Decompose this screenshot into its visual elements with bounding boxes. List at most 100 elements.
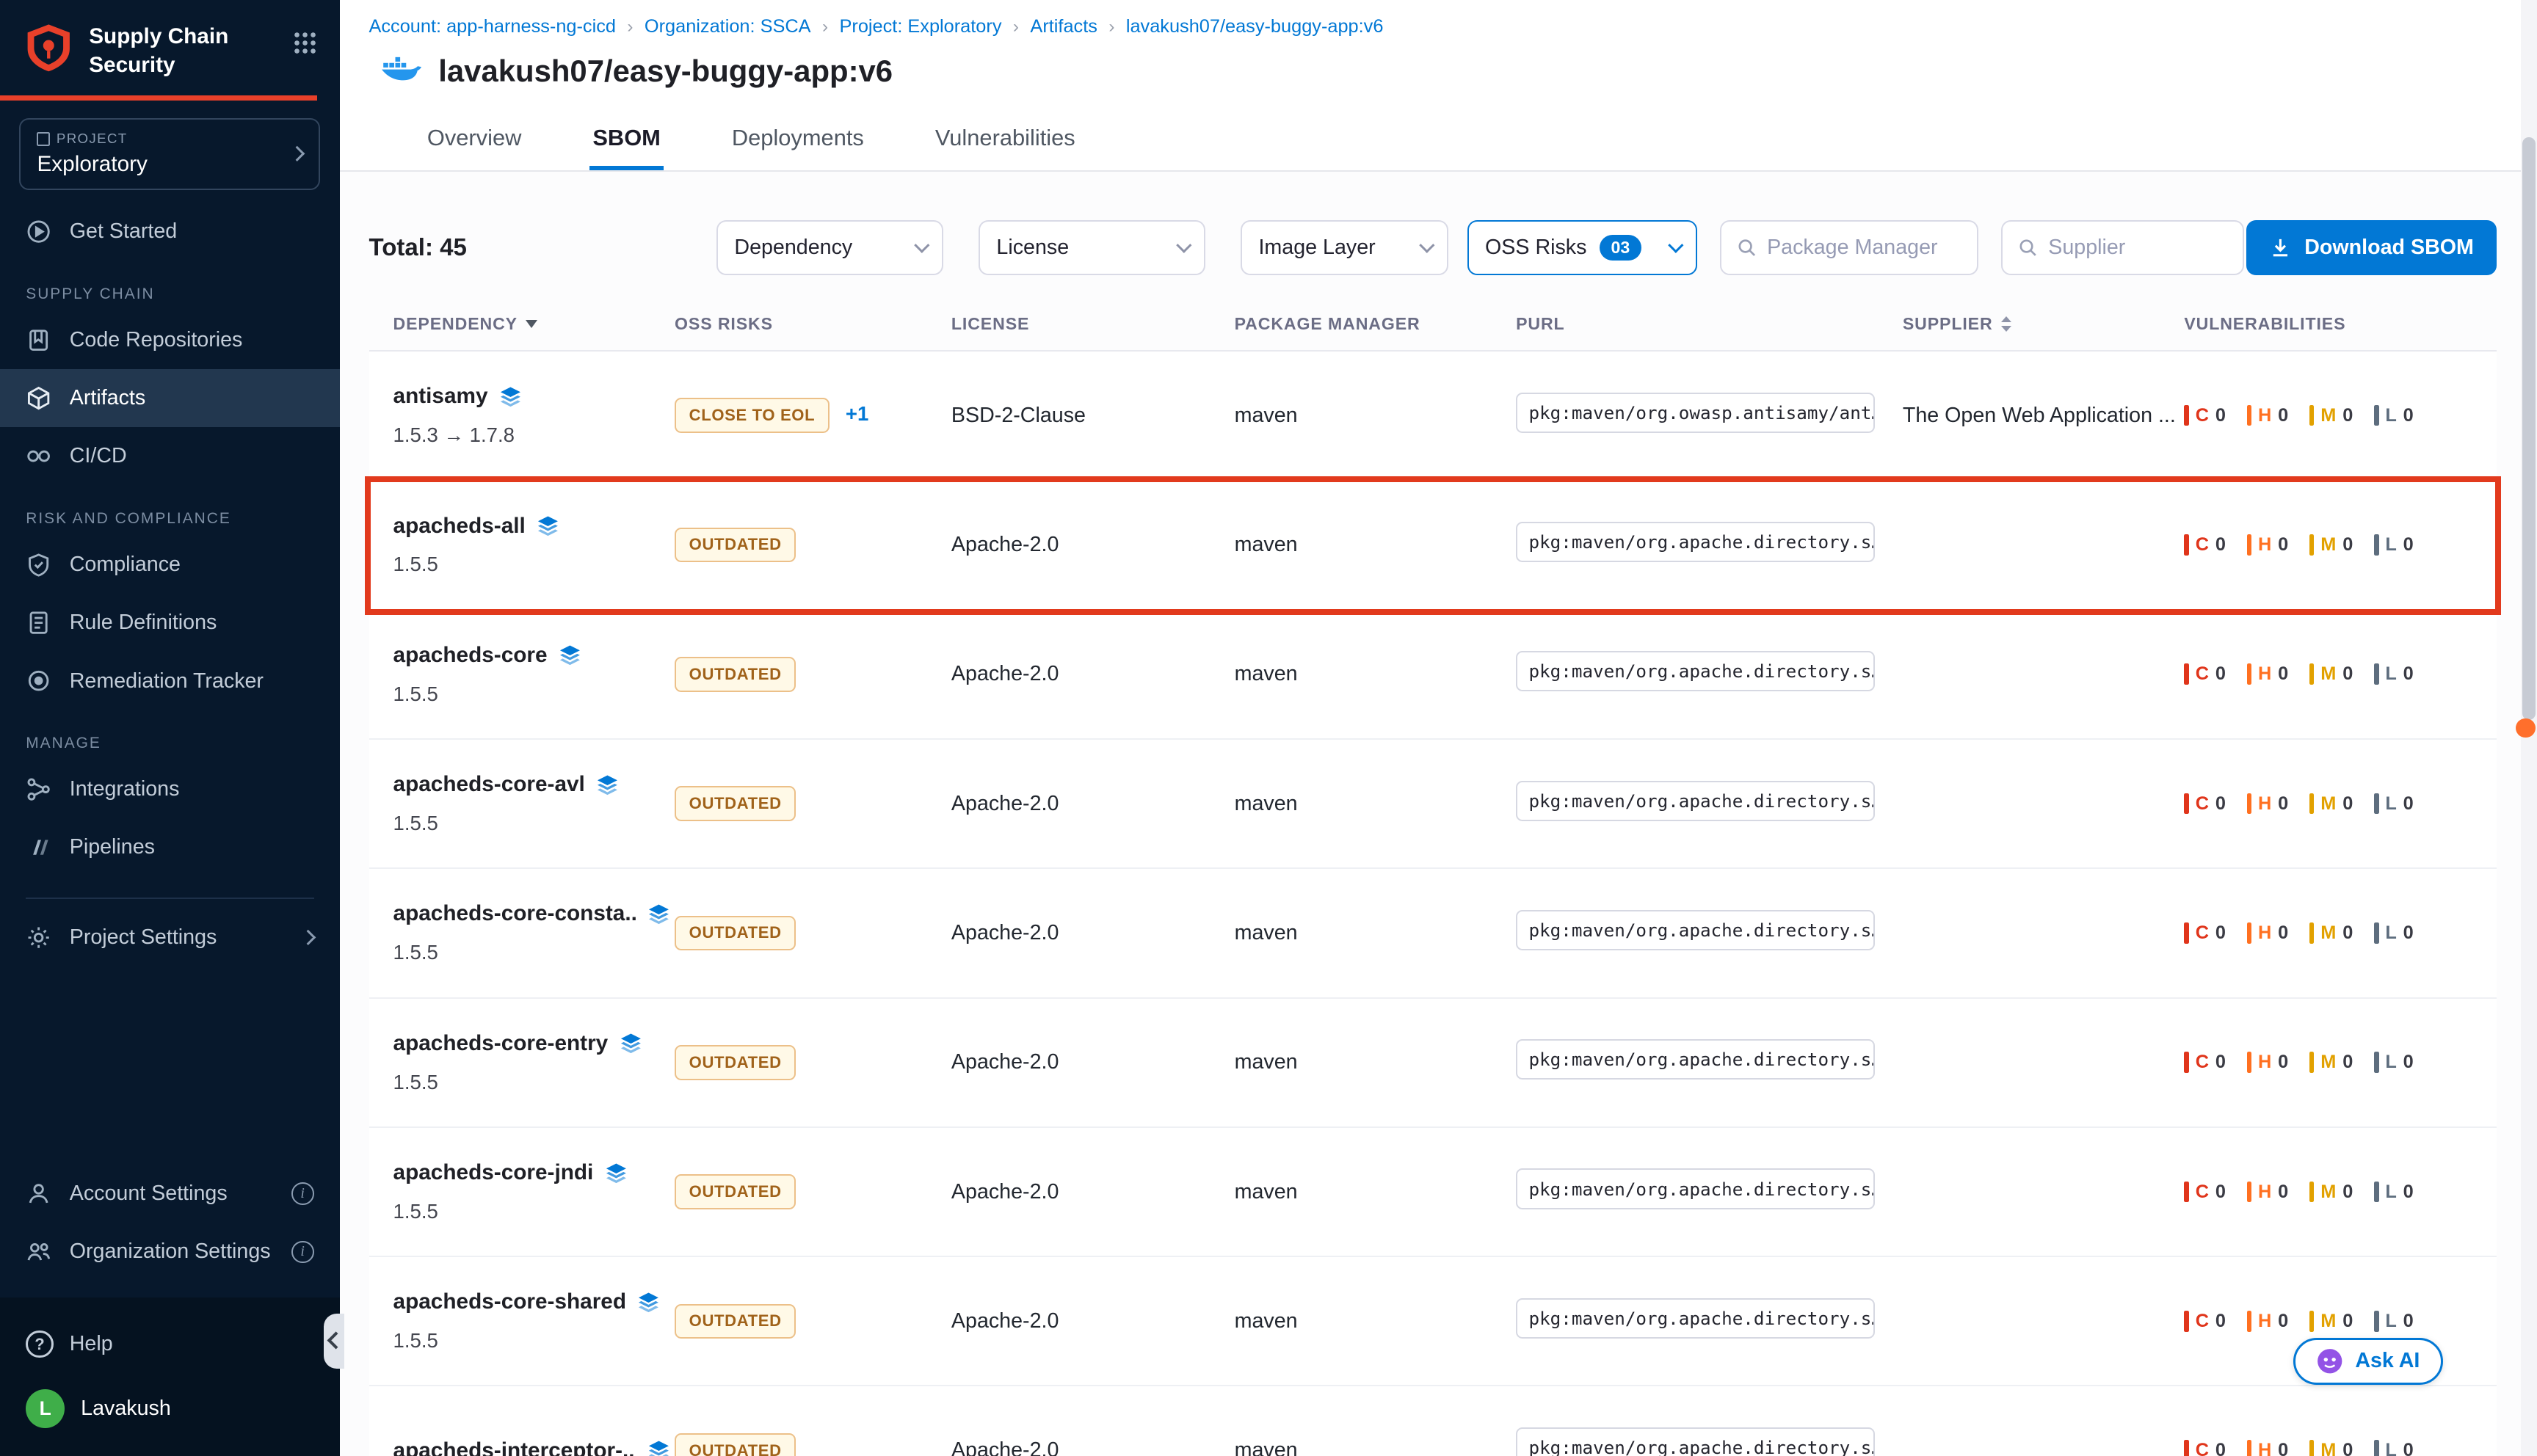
sidebar-item-organization-settings[interactable]: Organization Settings — [0, 1223, 340, 1281]
layers-icon — [637, 1291, 660, 1314]
sidebar-item-label: Pipelines — [70, 835, 155, 859]
purl-value[interactable]: pkg:maven/org.apache.directory.s… — [1516, 651, 1875, 691]
user-name: Lavakush — [81, 1397, 171, 1421]
tab-vulnerabilities[interactable]: Vulnerabilities — [932, 112, 1078, 170]
license-filter-select[interactable]: License — [979, 220, 1205, 275]
breadcrumb-current[interactable]: lavakush07/easy-buggy-app:v6 — [1126, 16, 1384, 37]
tab-deployments[interactable]: Deployments — [728, 112, 867, 170]
purl-value[interactable]: pkg:maven/org.apache.directory.s… — [1516, 1298, 1875, 1339]
sidebar-collapse-handle[interactable] — [324, 1314, 345, 1369]
table-row: apacheds-core 1.5.5 OUTDATED Apache-2.0 … — [369, 611, 2497, 740]
sidebar-item-label: Project Settings — [70, 925, 217, 950]
dependency-cell: apacheds-core-avl 1.5.5 — [393, 772, 675, 835]
cube-icon — [26, 385, 51, 411]
project-selector[interactable]: PROJECT Exploratory — [19, 118, 320, 189]
medium-count: M0 — [2309, 534, 2353, 556]
sidebar-item-account-settings[interactable]: Account Settings — [0, 1165, 340, 1223]
user-menu[interactable]: L Lavakush — [26, 1385, 313, 1433]
sidebar-item-cicd[interactable]: CI/CD — [0, 427, 340, 485]
dependency-cell: apacheds-core-shared 1.5.5 — [393, 1289, 675, 1353]
dependency-cell: apacheds-all 1.5.5 — [393, 514, 675, 577]
purl-value[interactable]: pkg:maven/org.apache.directory.s… — [1516, 1039, 1875, 1080]
nav-section-risk-compliance: RISK AND COMPLIANCE — [0, 486, 340, 536]
oss-risks-cell: CLOSE TO EOL+1 — [675, 398, 951, 433]
col-dependency[interactable]: DEPENDENCY — [393, 314, 675, 334]
dependency-version: 1.5.5 — [393, 812, 675, 835]
pipelines-icon — [26, 834, 51, 860]
medium-bar-icon — [2309, 405, 2315, 426]
dependency-filter-select[interactable]: Dependency — [716, 220, 943, 275]
tab-overview[interactable]: Overview — [424, 112, 524, 170]
purl-value[interactable]: pkg:maven/org.apache.directory.s… — [1516, 1427, 1875, 1455]
dependency-version: 1.5.5 — [393, 1071, 675, 1094]
critical-count: C0 — [2184, 405, 2226, 426]
help-button[interactable]: Help — [26, 1320, 313, 1369]
medium-count: M0 — [2309, 405, 2353, 426]
module-switcher-grid-icon[interactable] — [293, 31, 317, 62]
critical-bar-icon — [2184, 1052, 2189, 1073]
license-cell: Apache-2.0 — [951, 1180, 1235, 1204]
sidebar-item-integrations[interactable]: Integrations — [0, 760, 340, 818]
purl-value[interactable]: pkg:maven/org.owasp.antisamy/ant… — [1516, 393, 1875, 433]
info-icon — [291, 1182, 314, 1205]
purl-value[interactable]: pkg:maven/org.apache.directory.s… — [1516, 522, 1875, 562]
sidebar-item-pipelines[interactable]: Pipelines — [0, 818, 340, 876]
notification-dot[interactable] — [2516, 718, 2535, 738]
sidebar-item-remediation-tracker[interactable]: Remediation Tracker — [0, 652, 340, 710]
risk-more-link[interactable]: +1 — [846, 402, 868, 425]
sidebar-item-label: Rule Definitions — [70, 611, 217, 635]
low-count: L0 — [2374, 405, 2414, 426]
purl-value[interactable]: pkg:maven/org.apache.directory.s… — [1516, 781, 1875, 821]
sidebar: Supply Chain Security PROJECT Explorator… — [0, 0, 340, 1456]
project-icon — [37, 132, 50, 147]
info-icon — [291, 1241, 314, 1264]
tab-sbom[interactable]: SBOM — [589, 112, 664, 170]
critical-bar-icon — [2184, 534, 2189, 556]
breadcrumb-project[interactable]: Project: Exploratory — [839, 16, 1001, 37]
purl-value[interactable]: pkg:maven/org.apache.directory.s… — [1516, 910, 1875, 950]
breadcrumb-account[interactable]: Account: app-harness-ng-cicd — [369, 16, 616, 37]
col-supplier[interactable]: SUPPLIER — [1903, 314, 2184, 334]
page-scrollbar-thumb[interactable] — [2522, 137, 2536, 719]
oss-risks-filter-select[interactable]: OSS Risks 03 — [1467, 220, 1697, 275]
infinity-icon — [26, 443, 51, 469]
chevron-down-icon — [1419, 238, 1435, 254]
search-icon — [2019, 237, 2037, 258]
breadcrumb-artifacts[interactable]: Artifacts — [1030, 16, 1097, 37]
ask-ai-label: Ask AI — [2355, 1349, 2420, 1373]
col-oss-risks: OSS RISKS — [675, 314, 951, 334]
table-row: apacheds-core-avl 1.5.5 OUTDATED Apache-… — [369, 740, 2497, 869]
high-count: H0 — [2247, 1440, 2289, 1455]
ask-ai-button[interactable]: Ask AI — [2293, 1338, 2443, 1385]
medium-bar-icon — [2309, 1052, 2315, 1073]
layers-icon — [605, 1162, 628, 1184]
sidebar-item-code-repositories[interactable]: Code Repositories — [0, 311, 340, 369]
title-row: lavakush07/easy-buggy-app:v6 — [340, 37, 2537, 91]
purl-cell: pkg:maven/org.apache.directory.s… — [1516, 522, 1903, 568]
supplier-search-input[interactable] — [2048, 236, 2226, 260]
chevron-down-icon — [914, 238, 930, 254]
low-bar-icon — [2374, 663, 2379, 685]
purl-cell: pkg:maven/org.apache.directory.s… — [1516, 781, 1903, 827]
package-manager-search-input[interactable] — [1767, 236, 1961, 260]
sidebar-item-get-started[interactable]: Get Started — [0, 203, 340, 261]
oss-risks-cell: OUTDATED — [675, 528, 951, 563]
low-bar-icon — [2374, 1440, 2379, 1455]
sidebar-item-rule-definitions[interactable]: Rule Definitions — [0, 594, 340, 652]
dependency-version: 1.5.3 → 1.7.8 — [393, 423, 675, 447]
breadcrumb-organization[interactable]: Organization: SSCA — [645, 16, 811, 37]
breadcrumb-separator-icon — [1013, 17, 1019, 37]
dependency-name: apacheds-core-consta... — [393, 901, 636, 926]
sidebar-item-compliance[interactable]: Compliance — [0, 536, 340, 594]
purl-value[interactable]: pkg:maven/org.apache.directory.s… — [1516, 1168, 1875, 1209]
sidebar-item-artifacts[interactable]: Artifacts — [0, 369, 340, 427]
sidebar-item-project-settings[interactable]: Project Settings — [0, 909, 340, 967]
dependency-cell: antisamy 1.5.3 → 1.7.8 — [393, 384, 675, 447]
sidebar-item-label: Integrations — [70, 777, 180, 801]
table-header: DEPENDENCY OSS RISKS LICENSE PACKAGE MAN… — [369, 314, 2497, 352]
critical-bar-icon — [2184, 922, 2189, 944]
high-count: H0 — [2247, 1182, 2289, 1203]
image-layer-filter-select[interactable]: Image Layer — [1241, 220, 1448, 275]
download-sbom-button[interactable]: Download SBOM — [2246, 220, 2497, 275]
user-icon — [26, 1181, 51, 1206]
